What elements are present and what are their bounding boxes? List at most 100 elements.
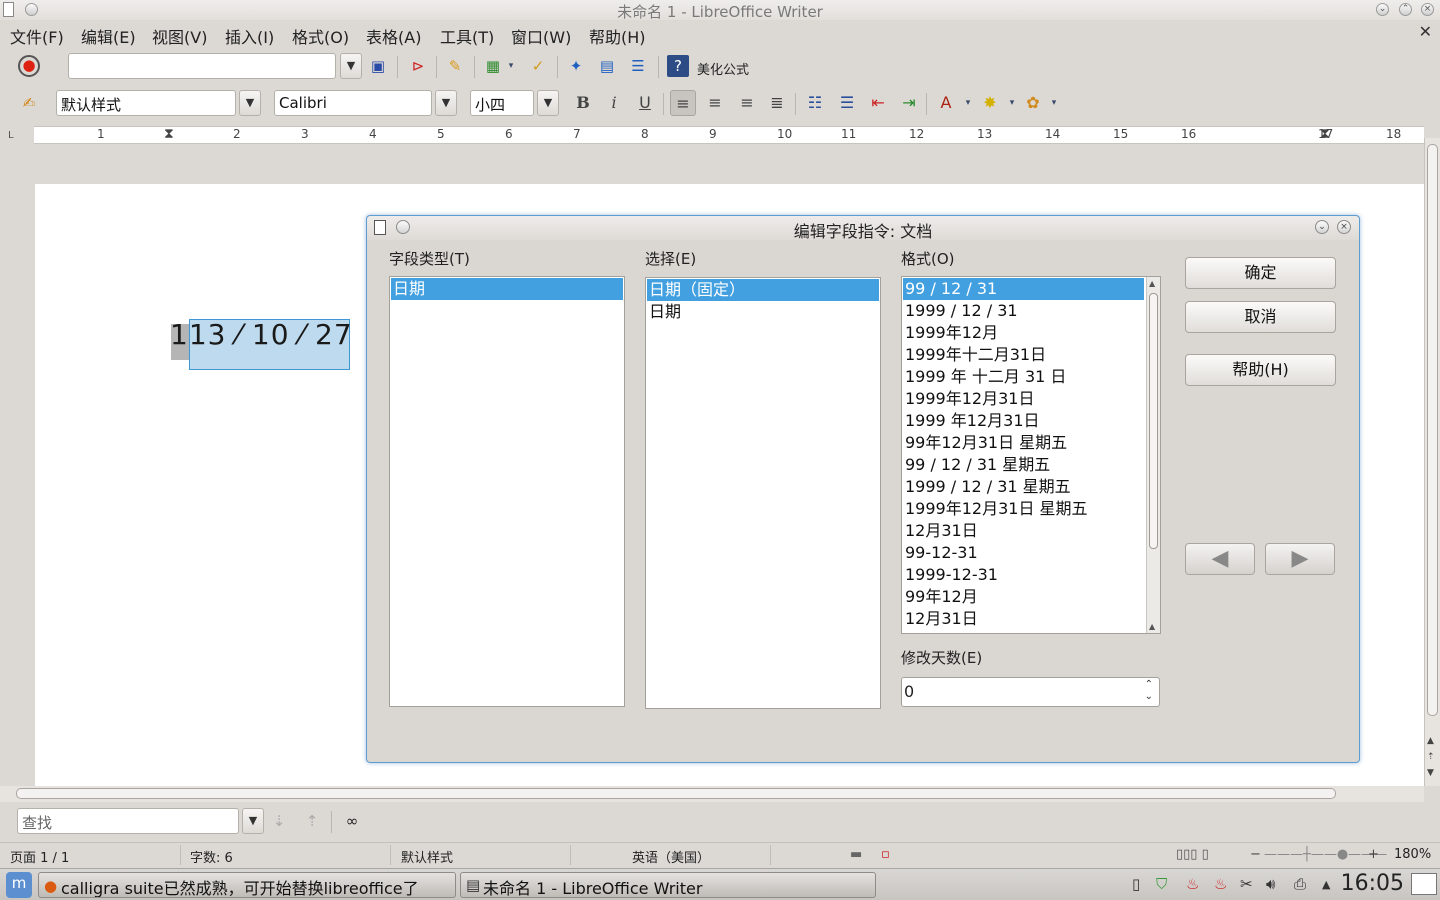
volume-icon[interactable]: 🔊︎ — [1266, 875, 1275, 893]
italic-icon[interactable]: i — [601, 90, 627, 116]
binoculars-icon[interactable]: ∞ — [341, 810, 363, 832]
cancel-button[interactable]: 取消 — [1185, 301, 1336, 333]
tray-expand-icon[interactable]: ▲ — [1322, 878, 1330, 891]
selection-list[interactable]: 日期（固定） 日期 — [645, 277, 881, 709]
horizontal-ruler[interactable]: 1 2 3 4 5 6 7 8 9 10 11 12 13 14 15 16 1… — [34, 126, 1424, 144]
menu-insert[interactable]: 插入(I) — [225, 24, 274, 48]
left-indent-marker[interactable]: ⧗ — [164, 126, 174, 142]
list-item[interactable]: 日期 — [391, 278, 623, 300]
right-indent-marker[interactable]: ⧗ — [1320, 126, 1330, 142]
previous-button[interactable]: ◀ — [1185, 543, 1255, 575]
align-center-icon[interactable]: ≡ — [702, 90, 728, 116]
menu-tools[interactable]: 工具(T) — [440, 24, 494, 48]
maximize-icon[interactable]: ⌃ — [1399, 3, 1412, 16]
url-input[interactable] — [68, 53, 336, 79]
list-item[interactable]: 99年12月31日 星期五 — [903, 432, 1144, 454]
spin-arrows-icon[interactable]: ⌃ ⌄ — [1145, 679, 1153, 703]
beautify-formula-label[interactable]: 美化公式 — [697, 59, 749, 78]
field-type-list[interactable]: 日期 — [389, 276, 625, 707]
list-item[interactable]: 1999年12月 — [903, 322, 1144, 344]
next-button[interactable]: ▶ — [1265, 543, 1335, 575]
scroll-up-icon[interactable]: ▲ — [1427, 736, 1434, 746]
highlight-dropdown-icon[interactable]: ▾ — [1006, 92, 1018, 114]
notes-icon[interactable]: ▯ — [1132, 875, 1140, 893]
underline-icon[interactable]: U — [632, 90, 658, 116]
help-button[interactable]: 帮助(H) — [1185, 354, 1336, 386]
tray-app-icon[interactable]: ♨ — [1186, 875, 1199, 893]
scroll-up-icon[interactable]: ▲ — [1149, 279, 1155, 288]
vertical-scrollbar[interactable]: ▲ ⇡ ▼ — [1424, 138, 1440, 786]
save-icon[interactable]: ▣ — [367, 55, 389, 77]
list-item[interactable]: 1999年12月31日 星期五 — [903, 498, 1144, 520]
app-launcher-icon[interactable]: m — [6, 872, 32, 898]
background-dropdown-icon[interactable]: ▾ — [1048, 92, 1060, 114]
close-window-icon[interactable]: × — [1421, 3, 1434, 16]
list-item[interactable]: 99-12-31 — [903, 542, 1144, 564]
list-item[interactable]: 1999 年 十二月 31 日 — [903, 366, 1144, 388]
format-list[interactable]: 99 / 12 / 31 1999 / 12 / 31 1999年12月 199… — [901, 276, 1161, 634]
view-layout-icon[interactable]: ▯▯▯ ▯ — [1176, 847, 1209, 862]
list-item[interactable]: 日期（固定） — [647, 279, 879, 301]
find-next-icon[interactable]: ⇣ — [268, 810, 290, 832]
scroll-down-icon[interactable]: ▼ — [1427, 768, 1434, 778]
selection-mode-icon[interactable]: ▬ — [850, 847, 862, 862]
justify-icon[interactable]: ≣ — [764, 90, 790, 116]
dialog-close-icon[interactable]: × — [1337, 220, 1351, 234]
tray-app2-icon[interactable]: ♨ — [1214, 875, 1227, 893]
insert-table-icon[interactable]: ▦ — [482, 55, 504, 77]
increase-indent-icon[interactable]: ⇥ — [896, 90, 922, 116]
page-style-status[interactable]: 默认样式 — [401, 847, 453, 866]
size-dropdown-icon[interactable]: ▼ — [537, 90, 559, 116]
list-item[interactable]: 99 / 12 / 31 星期五 — [903, 454, 1144, 476]
zoom-out-icon[interactable]: − — [1250, 847, 1261, 862]
data-sources-icon[interactable]: ☰ — [627, 55, 649, 77]
menu-format[interactable]: 格式(O) — [292, 24, 349, 48]
table-dropdown-icon[interactable]: ▾ — [505, 55, 517, 77]
list-item[interactable]: 1999 / 12 / 31 — [903, 300, 1144, 322]
align-right-icon[interactable]: ≡ — [734, 90, 760, 116]
task-writer[interactable]: 未命名 1 - LibreOffice Writer — [460, 872, 876, 898]
styles-icon[interactable]: ✍ — [18, 92, 40, 114]
gallery-icon[interactable]: ▤ — [596, 55, 618, 77]
list-item[interactable]: 1999-12-31 — [903, 564, 1144, 586]
font-color-dropdown-icon[interactable]: ▾ — [962, 92, 974, 114]
bullets-icon[interactable]: ☰ — [834, 90, 860, 116]
list-item[interactable]: 12月31日 — [903, 608, 1144, 630]
draw-functions-icon[interactable]: ✓ — [527, 55, 549, 77]
tab-stop-selector[interactable]: L — [8, 130, 14, 141]
font-color-icon[interactable]: A — [933, 90, 959, 116]
horizontal-scrollbar[interactable] — [0, 786, 1424, 802]
list-item[interactable]: 12月31日 — [903, 520, 1144, 542]
find-dropdown-icon[interactable]: ▼ — [242, 808, 264, 834]
zoom-in-icon[interactable]: + — [1368, 847, 1379, 862]
clone-formatting-icon[interactable]: ✎ — [444, 55, 466, 77]
language-status[interactable]: 英语（美国） — [632, 847, 710, 866]
list-item[interactable]: 日期 — [647, 301, 879, 323]
list-item[interactable]: 1999 年12月31日 — [903, 410, 1144, 432]
paragraph-style-input[interactable]: 默认样式 — [56, 90, 236, 116]
numbering-icon[interactable]: ☷ — [802, 90, 828, 116]
navigator-icon[interactable]: ✦ — [565, 55, 587, 77]
list-item[interactable]: 1999年12月31日 — [903, 388, 1144, 410]
menu-file[interactable]: 文件(F) — [10, 24, 64, 48]
bold-icon[interactable]: B — [570, 90, 596, 116]
format-scroll-thumb[interactable] — [1149, 293, 1158, 549]
find-previous-icon[interactable]: ⇡ — [301, 810, 323, 832]
clock[interactable]: 16:05 — [1341, 871, 1404, 896]
offset-spinbox[interactable]: 0 ⌃ ⌄ — [901, 677, 1160, 707]
list-item[interactable]: 99年12月 — [903, 586, 1144, 608]
font-size-input[interactable]: 小四 — [470, 90, 534, 116]
list-item[interactable]: 99 / 12 / 31 — [903, 278, 1144, 300]
menu-table[interactable]: 表格(A) — [366, 24, 421, 48]
ok-button[interactable]: 确定 — [1185, 257, 1336, 289]
offset-value[interactable]: 0 — [904, 682, 914, 701]
task-browser[interactable]: calligra suite已然成熟，可开始替换libreoffice了 — [38, 872, 456, 898]
url-dropdown-icon[interactable]: ▼ — [340, 53, 362, 79]
menu-window[interactable]: 窗口(W) — [511, 24, 571, 48]
close-document-icon[interactable]: ✕ — [1419, 22, 1432, 41]
align-left-icon[interactable]: ≡ — [670, 90, 696, 116]
dialog-minimize-icon[interactable]: ⌄ — [1315, 220, 1329, 234]
record-macro-icon[interactable]: ● — [18, 55, 40, 77]
menu-view[interactable]: 视图(V) — [152, 24, 207, 48]
zoom-level[interactable]: 180% — [1394, 847, 1431, 862]
